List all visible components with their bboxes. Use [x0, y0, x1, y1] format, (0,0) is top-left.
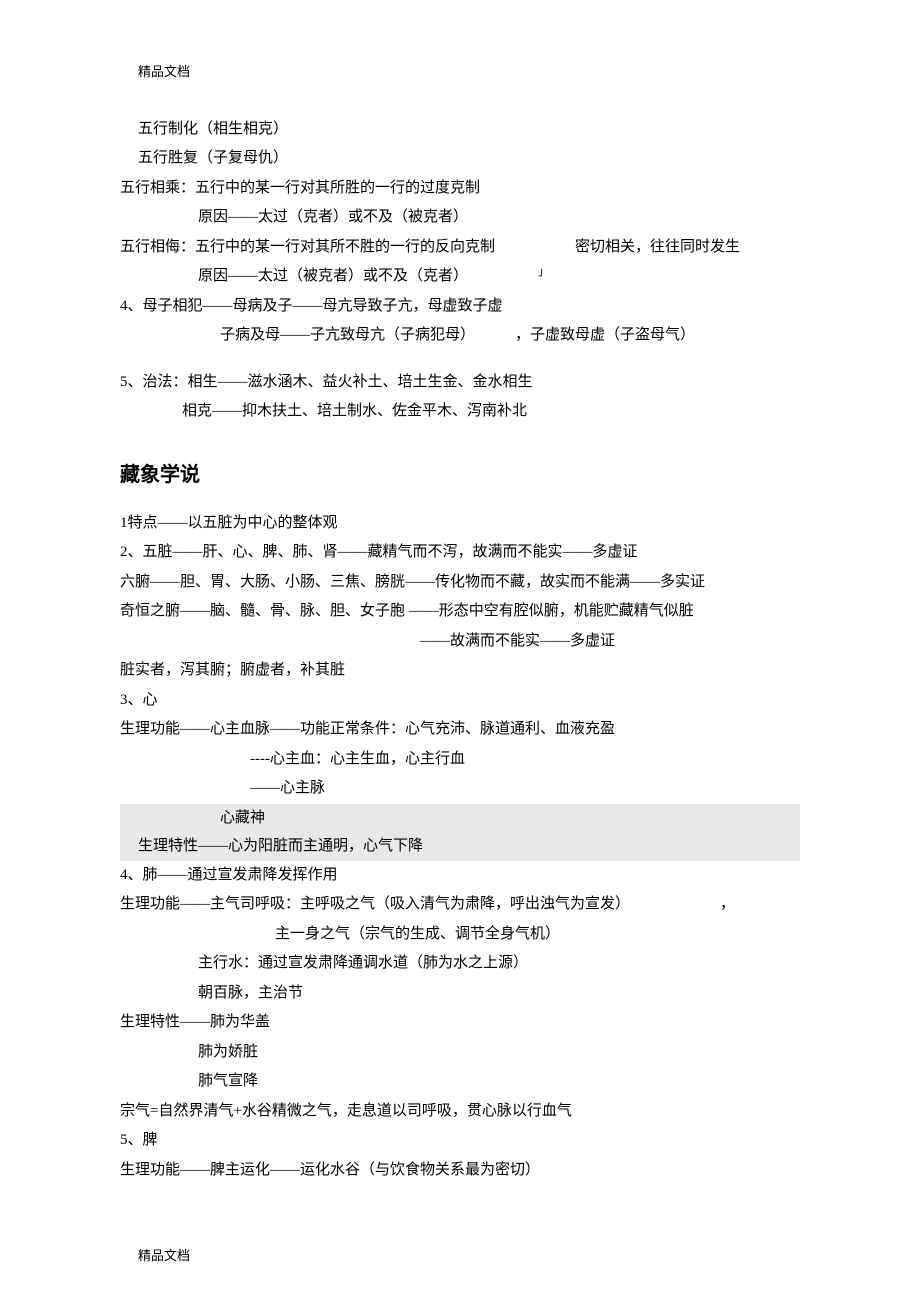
content-line: 五行相乘：五行中的某一行对其所胜的一行的过度克制 [120, 174, 800, 203]
trailing-punctuation: ， [720, 890, 735, 919]
content-line: 4、母子相犯——母病及子——母亢导致子亢，母虚致子虚 [120, 292, 800, 321]
content-line: 相克——抑木扶土、培土制水、佐金平木、泻南补北 [182, 397, 800, 426]
page-header: 精品文档 [138, 60, 800, 85]
page-footer: 精品文档 [138, 1244, 800, 1269]
right-note-text: 密切相关，往往同时发生 [575, 233, 740, 262]
content-line: ——心主脉 [250, 774, 800, 803]
content-text: 生理功能——主气司呼吸：主呼吸之气（吸入清气为肃降，呼出浊气为宣发） [120, 890, 630, 919]
content-line: 生理功能——脾主运化——运化水谷（与饮食物关系最为密切） [120, 1156, 800, 1185]
content-line: 生理功能——心主血脉——功能正常条件：心气充沛、脉道通利、血液充盈 [120, 715, 800, 744]
content-line: 朝百脉，主治节 [198, 979, 800, 1008]
content-line-flex: 原因——太过（被克者）或不及（克者） 」 [120, 262, 800, 291]
content-line: 五行胜复（子复母仇） [138, 144, 800, 173]
content-line: ----心主血：心主生血，心主行血 [250, 745, 800, 774]
corner-mark: 」 [538, 262, 549, 291]
content-line: 肺为娇脏 [198, 1038, 800, 1067]
content-line: 肺气宣降 [198, 1067, 800, 1096]
content-text: ，子虚致母虚（子盗母气） [515, 321, 695, 350]
subsection-heading: 5、脾 [120, 1126, 800, 1155]
content-line: 宗气=自然界清气+水谷精微之气，走息道以司呼吸，贯心脉以行血气 [120, 1097, 800, 1126]
content-line: 原因——太过（克者）或不及（被克者） [198, 203, 800, 232]
content-line-with-note: 五行相侮：五行中的某一行对其所不胜的一行的反向克制 密切相关，往往同时发生 [120, 233, 800, 262]
highlighted-line: 心藏神 [120, 804, 800, 833]
content-line: 奇恒之腑——脑、髓、骨、脉、胆、女子胞 ——形态中空有腔似腑，机能贮藏精气似脏 [120, 597, 800, 626]
content-line-flex: 子病及母——子亢致母亢（子病犯母） ，子虚致母虚（子盗母气） [120, 321, 800, 350]
subsection-heading: 3、心 [120, 686, 800, 715]
highlighted-line: 生理特性——心为阳脏而主通明，心气下降 [120, 832, 800, 861]
content-line: 1特点——以五脏为中心的整体观 [120, 509, 800, 538]
content-text: 子病及母——子亢致母亢（子病犯母） [220, 321, 475, 350]
section-title: 藏象学说 [120, 456, 800, 494]
subsection-heading: 4、肺——通过宣发肃降发挥作用 [120, 861, 800, 890]
content-line: 六腑——胆、胃、大肠、小肠、三焦、膀胱——传化物而不藏，故实而不能满——多实证 [120, 568, 800, 597]
content-line: 生理特性——肺为华盖 [120, 1008, 800, 1037]
content-line: 五行制化（相生相克） [138, 115, 800, 144]
content-line: ——故满而不能实——多虚证 [420, 627, 800, 656]
content-line: 脏实者，泻其腑；腑虚者，补其脏 [120, 656, 800, 685]
content-text: 心藏神 [220, 810, 265, 826]
content-line-flex: 生理功能——主气司呼吸：主呼吸之气（吸入清气为肃降，呼出浊气为宣发） ， [120, 890, 800, 919]
content-text: 生理特性——心为阳脏而主通明，心气下降 [138, 838, 423, 854]
content-text: 原因——太过（被克者）或不及（克者） [198, 262, 468, 291]
content-line: 主一身之气（宗气的生成、调节全身气机） [275, 920, 800, 949]
content-line: 2、五脏——肝、心、脾、肺、肾——藏精气而不泻，故满而不能实——多虚证 [120, 538, 800, 567]
content-text: 五行相侮：五行中的某一行对其所不胜的一行的反向克制 [120, 239, 495, 255]
content-line: 5、治法：相生——滋水涵木、益火补土、培土生金、金水相生 [120, 368, 800, 397]
content-line: 主行水：通过宣发肃降通调水道（肺为水之上源） [198, 949, 800, 978]
